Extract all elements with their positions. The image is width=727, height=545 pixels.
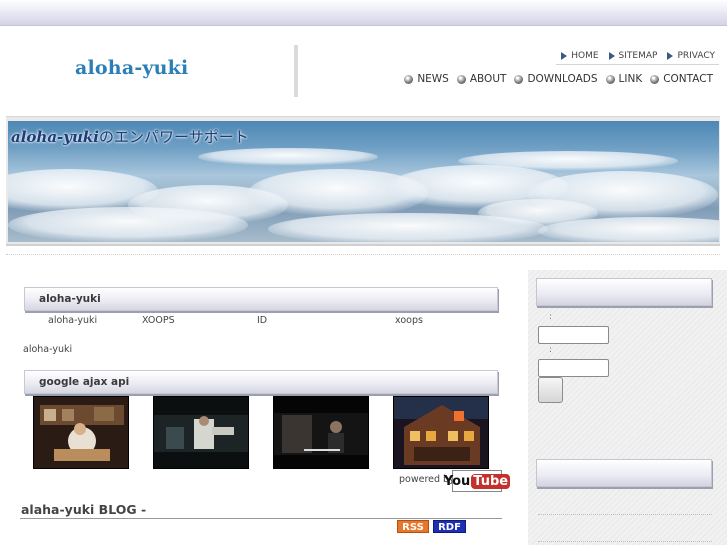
dotted-divider (6, 254, 720, 255)
bullet-dot-icon (514, 74, 524, 84)
page: aloha-yuki HOME SITEMAP PRIVACY NEWS ABO… (0, 0, 727, 545)
block1-note: aloha-yuki (23, 344, 73, 355)
subnav-home-label: HOME (571, 51, 599, 61)
username-input[interactable] (538, 326, 609, 344)
video-thumbnail-image (274, 397, 368, 468)
block1-text-2: XOOPS (142, 315, 175, 326)
subnav-privacy-label: PRIVACY (677, 51, 715, 61)
nav-contact[interactable]: CONTACT (650, 73, 713, 85)
sidebar-dotted-divider (538, 514, 712, 515)
video-thumbnail[interactable] (153, 396, 249, 469)
sidebar-login-heading (536, 278, 712, 306)
nav-news[interactable]: NEWS (404, 73, 449, 85)
username-label: : (549, 312, 553, 322)
nav-link-label: LINK (618, 73, 643, 85)
main-navigation: NEWS ABOUT DOWNLOADS LINK CONTACT (404, 73, 713, 85)
banner-image: aloha-yukiのエンパワーサポート (8, 121, 719, 242)
block1-text-4[interactable]: xoops (395, 315, 423, 326)
video-thumbnail[interactable] (393, 396, 489, 469)
nav-news-label: NEWS (417, 73, 449, 85)
login-button[interactable] (538, 377, 563, 403)
video-thumbnail[interactable] (273, 396, 369, 469)
password-label: : (549, 345, 553, 355)
sidebar-dotted-divider (538, 541, 712, 542)
sidebar-second-heading (536, 459, 712, 487)
triangle-right-icon (561, 52, 568, 60)
subnav-privacy[interactable]: PRIVACY (667, 51, 715, 61)
triangle-right-icon (667, 52, 674, 60)
sub-navigation: HOME SITEMAP PRIVACY (561, 51, 715, 61)
nav-downloads-label: DOWNLOADS (527, 73, 598, 85)
video-thumbnail-image (394, 397, 488, 468)
nav-about-label: ABOUT (469, 73, 507, 85)
top-bar (0, 0, 727, 26)
subnav-sitemap-label: SITEMAP (618, 51, 658, 61)
blog-divider (20, 518, 502, 519)
sidebar (528, 270, 727, 545)
banner-heading: aloha-yukiのエンパワーサポート (11, 126, 249, 147)
bullet-dot-icon (456, 74, 466, 84)
subnav-sitemap[interactable]: SITEMAP (608, 51, 658, 61)
video-thumbnail-image (34, 397, 128, 468)
blog-title: alaha-yuki BLOG - (21, 502, 147, 517)
header-divider (294, 45, 298, 97)
banner-tagline: のエンパワーサポート (99, 128, 249, 146)
rdf-button[interactable]: RDF (433, 520, 466, 533)
block1-text-3: ID (257, 315, 268, 326)
nav-link[interactable]: LINK (605, 73, 643, 85)
block-heading-google-ajax-api: google ajax api (24, 370, 498, 394)
block1-text-1: aloha-yuki (48, 315, 98, 326)
video-thumbnail[interactable] (33, 396, 129, 469)
subnav-home[interactable]: HOME (561, 51, 599, 61)
nav-contact-label: CONTACT (663, 73, 713, 85)
subnav-divider (556, 64, 719, 65)
bullet-dot-icon (605, 74, 615, 84)
bullet-dot-icon (650, 74, 660, 84)
triangle-right-icon (608, 52, 615, 60)
bullet-dot-icon (404, 74, 414, 84)
youtube-tube-text: Tube (471, 473, 511, 489)
site-title[interactable]: aloha-yuki (75, 57, 188, 79)
nav-downloads[interactable]: DOWNLOADS (514, 73, 598, 85)
block-heading-aloha-yuki: aloha-yuki (24, 287, 498, 311)
video-thumbnail-image (154, 397, 248, 468)
youtube-you-text: You (443, 473, 471, 489)
youtube-logo[interactable]: You Tube (444, 470, 511, 492)
banner-brand: aloha-yuki (11, 128, 99, 146)
password-input[interactable] (538, 359, 609, 377)
nav-about[interactable]: ABOUT (456, 73, 507, 85)
rss-button[interactable]: RSS (397, 520, 429, 533)
